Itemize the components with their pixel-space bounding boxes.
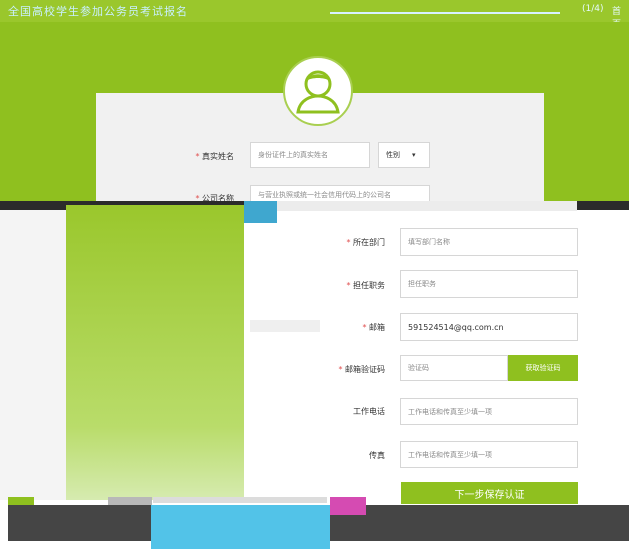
work-phone-label: 工作电话 [353, 407, 385, 416]
avatar [283, 56, 353, 126]
fax-label: 传真 [369, 451, 385, 460]
work-phone-input[interactable]: 工作电话和传真至少填一项 [400, 398, 578, 425]
email-code-input[interactable]: 验证码 [400, 355, 508, 381]
footer-block-left [8, 505, 151, 541]
real-name-input[interactable]: 身份证件上的真实姓名 [250, 142, 370, 168]
overlay-tab [244, 201, 277, 223]
step-indicator: (1/4) [582, 4, 604, 14]
department-input[interactable]: 填写部门名称 [400, 228, 578, 256]
position-label: * 担任职务 [346, 281, 385, 290]
user-icon [296, 70, 340, 114]
home-link[interactable]: 首页 [612, 4, 629, 22]
chevron-down-icon: ▾ [412, 151, 416, 159]
divider-strip [250, 320, 320, 332]
side-panel [66, 205, 244, 500]
fax-input[interactable]: 工作电话和传真至少填一项 [400, 441, 578, 468]
email-code-label: * 邮箱验证码 [338, 365, 385, 374]
footer-accent [330, 497, 366, 515]
department-label: * 所在部门 [346, 238, 385, 247]
get-code-button[interactable]: 获取验证码 [508, 355, 578, 381]
overlay-strip [277, 201, 577, 211]
page-title: 全国高校学生参加公务员考试报名 [8, 5, 188, 18]
position-input[interactable]: 担任职务 [400, 270, 578, 298]
title-divider [330, 12, 560, 14]
title-bar: 全国高校学生参加公务员考试报名 (1/4) 首页 [0, 0, 629, 22]
gender-select[interactable]: 性别 ▾ [378, 142, 430, 168]
bottom-block [153, 497, 327, 503]
email-label: * 邮箱 [362, 323, 385, 332]
submit-button[interactable]: 下一步保存认证 [401, 482, 578, 504]
footer-block-right [330, 505, 629, 541]
footer-block-center [151, 505, 330, 549]
real-name-label: * 真实姓名 [195, 152, 234, 161]
email-field[interactable]: 591524514@qq.com.cn [400, 313, 578, 341]
left-panel [0, 210, 66, 500]
